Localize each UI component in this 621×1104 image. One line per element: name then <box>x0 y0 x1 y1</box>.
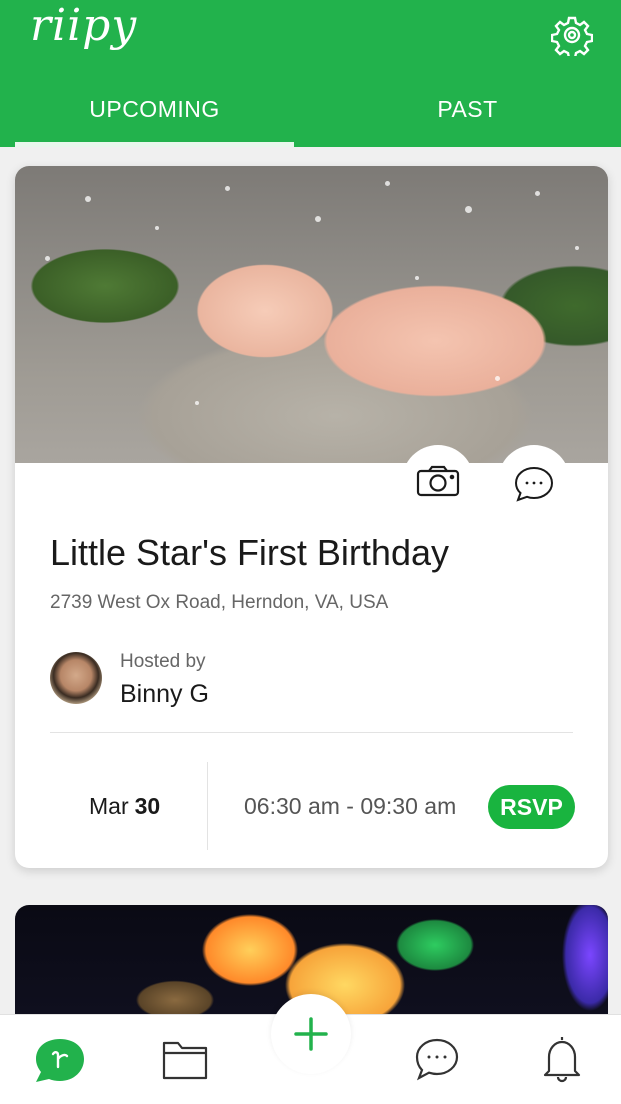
create-event-button[interactable] <box>271 994 351 1074</box>
event-time-range: 06:30 am - 09:30 am <box>244 793 457 819</box>
tab-upcoming[interactable]: UPCOMING <box>15 96 294 132</box>
nav-notifications[interactable] <box>539 1033 585 1088</box>
app-logo: riipy <box>30 0 138 51</box>
nav-files[interactable] <box>161 1037 209 1086</box>
add-photo-button[interactable] <box>402 445 474 517</box>
event-address: 2739 West Ox Road, Herndon, VA, USA <box>50 592 389 613</box>
tab-past[interactable]: PAST <box>328 96 607 132</box>
event-title[interactable]: Little Star's First Birthday <box>50 532 449 574</box>
gear-icon[interactable] <box>550 14 594 60</box>
riipy-home-icon <box>36 1039 84 1082</box>
rsvp-button[interactable]: RSVP <box>488 785 575 829</box>
card-divider <box>50 732 573 733</box>
camera-icon <box>416 465 460 497</box>
app-header: riipy UPCOMING PAST <box>0 0 621 147</box>
event-date: Mar 30 <box>89 793 160 820</box>
comments-button[interactable] <box>498 445 570 517</box>
plus-icon <box>294 1017 328 1051</box>
event-cover-image <box>15 166 608 463</box>
folder-icon <box>162 1041 208 1080</box>
event-day: 30 <box>134 793 161 819</box>
chat-bubble-icon <box>415 1038 459 1081</box>
hosted-by-label: Hosted by <box>120 651 206 672</box>
active-tab-indicator <box>15 142 294 147</box>
nav-messages[interactable] <box>413 1037 461 1088</box>
bell-icon <box>543 1037 581 1083</box>
event-month: Mar <box>89 793 129 819</box>
host-avatar[interactable] <box>50 652 102 704</box>
host-name: Binny G <box>120 680 209 708</box>
event-card[interactable]: Little Star's First Birthday 2739 West O… <box>15 166 608 868</box>
date-time-divider <box>207 762 208 850</box>
chat-bubble-icon <box>514 466 554 502</box>
nav-home[interactable] <box>34 1037 86 1083</box>
